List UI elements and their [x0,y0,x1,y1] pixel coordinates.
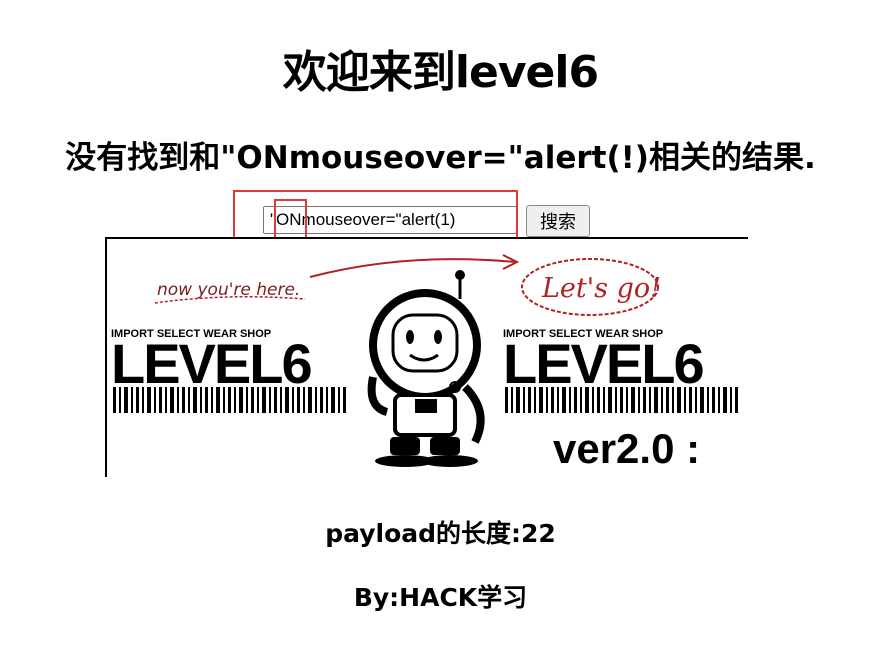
author-text: By:HACK学习 [353,583,528,612]
version-text: ver2.0 : [553,425,700,472]
robot-mascot [367,270,485,467]
barcode-right [505,387,738,413]
banner-illustration: now you're here. Let's go! IMPORT SELECT… [105,237,748,477]
now-text: now you're here. [157,280,300,300]
search-input[interactable] [263,206,517,234]
level-text-left: LEVEL6 [111,332,311,395]
search-result-message: 没有找到和"ONmouseover="alert(!)相关的结果. [65,140,816,176]
page-title: 欢迎来到level6 [282,47,599,98]
level-text-right: LEVEL6 [503,332,703,395]
payload-length-text: payload的长度:22 [325,519,556,548]
level-banner-image: now you're here. Let's go! IMPORT SELECT… [105,237,748,477]
lets-go-text: Let's go! [541,273,661,304]
search-button[interactable]: 搜索 [526,205,590,237]
barcode-left [113,387,346,413]
